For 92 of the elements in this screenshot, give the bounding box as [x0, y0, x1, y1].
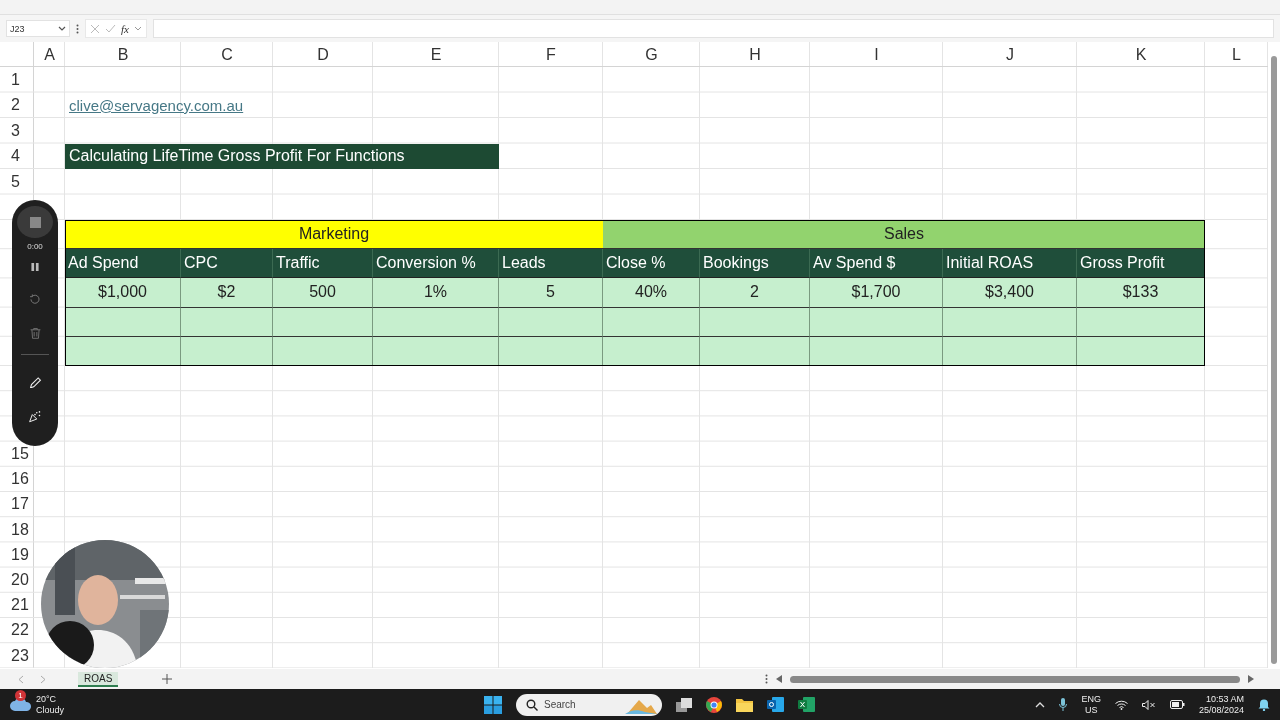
- row-header[interactable]: 22: [11, 621, 29, 640]
- name-box[interactable]: J23: [6, 20, 70, 37]
- group-header: Marketing: [65, 220, 603, 250]
- table-cell: $133: [1077, 278, 1205, 308]
- row-header[interactable]: 5: [11, 172, 20, 191]
- add-sheet-icon[interactable]: [162, 674, 173, 684]
- table-header: Initial ROAS: [943, 249, 1077, 279]
- row-header[interactable]: 21: [11, 596, 29, 615]
- battery-icon[interactable]: [1169, 700, 1185, 709]
- horizontal-scrollbar[interactable]: [790, 675, 1240, 683]
- table-cell: 40%: [603, 278, 700, 308]
- table-header: Gross Profit: [1077, 249, 1205, 279]
- search-icon: [526, 698, 538, 711]
- row-header[interactable]: 4: [11, 147, 20, 166]
- column-header[interactable]: H: [700, 42, 810, 67]
- caret-icon[interactable]: [133, 25, 142, 32]
- language-text[interactable]: ENG: [1081, 693, 1101, 705]
- table-cell: $3,400: [943, 278, 1077, 308]
- table-cell: 1%: [373, 278, 499, 308]
- column-header[interactable]: I: [810, 42, 943, 67]
- formula-input[interactable]: [152, 19, 1274, 38]
- column-header[interactable]: C: [181, 42, 273, 67]
- scroll-left-icon[interactable]: [776, 675, 782, 683]
- spreadsheet-app-icon[interactable]: [798, 697, 815, 712]
- column-header[interactable]: B: [65, 42, 181, 67]
- row-header[interactable]: 15: [11, 445, 29, 464]
- wifi-icon[interactable]: [1114, 699, 1128, 710]
- row-header[interactable]: 17: [11, 495, 29, 514]
- chevron-up-icon[interactable]: [1035, 701, 1046, 708]
- scroll-right-icon[interactable]: [1248, 675, 1254, 683]
- temperature-text[interactable]: 20°C: [36, 693, 64, 705]
- column-header[interactable]: G: [603, 42, 700, 67]
- row-header[interactable]: 3: [11, 121, 20, 140]
- column-header[interactable]: A: [34, 42, 65, 67]
- windows-icon[interactable]: [484, 695, 502, 714]
- caret-icon: [58, 25, 66, 32]
- more-icon[interactable]: [765, 674, 768, 684]
- clock-date[interactable]: 25/08/2024: [1198, 704, 1244, 716]
- more-icon[interactable]: [76, 23, 79, 34]
- notification-badge: 1: [15, 690, 26, 701]
- pen-icon[interactable]: [28, 376, 42, 389]
- search-field[interactable]: Search: [516, 693, 662, 716]
- task-view-icon[interactable]: [676, 697, 692, 712]
- table-header: Leads: [499, 249, 603, 279]
- table-header: Traffic: [273, 249, 373, 279]
- stop-button[interactable]: [17, 206, 53, 239]
- bell-icon[interactable]: [1258, 698, 1270, 711]
- pause-icon[interactable]: [31, 263, 39, 272]
- region-text[interactable]: US: [1084, 704, 1098, 716]
- browser-icon[interactable]: [706, 696, 722, 713]
- restart-icon[interactable]: [29, 294, 41, 306]
- column-header[interactable]: L: [1205, 42, 1268, 67]
- table-header: Av Spend $: [810, 249, 943, 279]
- email-link[interactable]: clive@servagency.com.au: [69, 96, 244, 114]
- table-cell: $1,700: [810, 278, 943, 308]
- row-header[interactable]: 2: [11, 96, 20, 115]
- group-header: Sales: [603, 220, 1205, 250]
- cloud-icon[interactable]: [10, 697, 32, 711]
- mail-app-icon[interactable]: [767, 697, 784, 712]
- sheet-title: Calculating LifeTime Gross Profit For Functions: [65, 143, 499, 169]
- vertical-scrollbar[interactable]: [1271, 56, 1277, 665]
- row-header[interactable]: 1: [11, 70, 20, 89]
- table-header: Ad Spend: [65, 249, 181, 279]
- sheet-tab[interactable]: ROAS: [78, 671, 119, 687]
- column-header[interactable]: F: [499, 42, 603, 67]
- table-header: CPC: [181, 249, 273, 279]
- speaker-muted-icon[interactable]: [1141, 699, 1156, 710]
- table-header: Bookings: [700, 249, 810, 279]
- row-header[interactable]: 19: [11, 545, 29, 564]
- table-header: Conversion %: [373, 249, 499, 279]
- column-header[interactable]: E: [373, 42, 499, 67]
- folder-icon[interactable]: [736, 697, 753, 712]
- table-cell: 5: [499, 278, 603, 308]
- table-cell: 2: [700, 278, 810, 308]
- table-cell: $2: [181, 278, 273, 308]
- recording-timer: 0:00: [27, 242, 43, 252]
- row-header[interactable]: 18: [11, 520, 29, 539]
- table-cell: 500: [273, 278, 373, 308]
- column-header[interactable]: K: [1077, 42, 1205, 67]
- column-header[interactable]: J: [943, 42, 1077, 67]
- row-header[interactable]: 20: [11, 571, 29, 590]
- clock-time[interactable]: 10:53 AM: [1205, 693, 1244, 705]
- row-header[interactable]: 23: [11, 646, 29, 665]
- column-header[interactable]: D: [273, 42, 373, 67]
- insert-function-button[interactable]: fx: [121, 22, 129, 35]
- table-header: Close %: [603, 249, 700, 279]
- effects-icon[interactable]: [28, 411, 42, 423]
- weather-text[interactable]: Cloudy: [36, 704, 64, 716]
- row-header[interactable]: 16: [11, 470, 29, 489]
- table-cell: $1,000: [65, 278, 181, 308]
- microphone-icon[interactable]: [1059, 698, 1068, 711]
- trash-icon[interactable]: [29, 328, 41, 339]
